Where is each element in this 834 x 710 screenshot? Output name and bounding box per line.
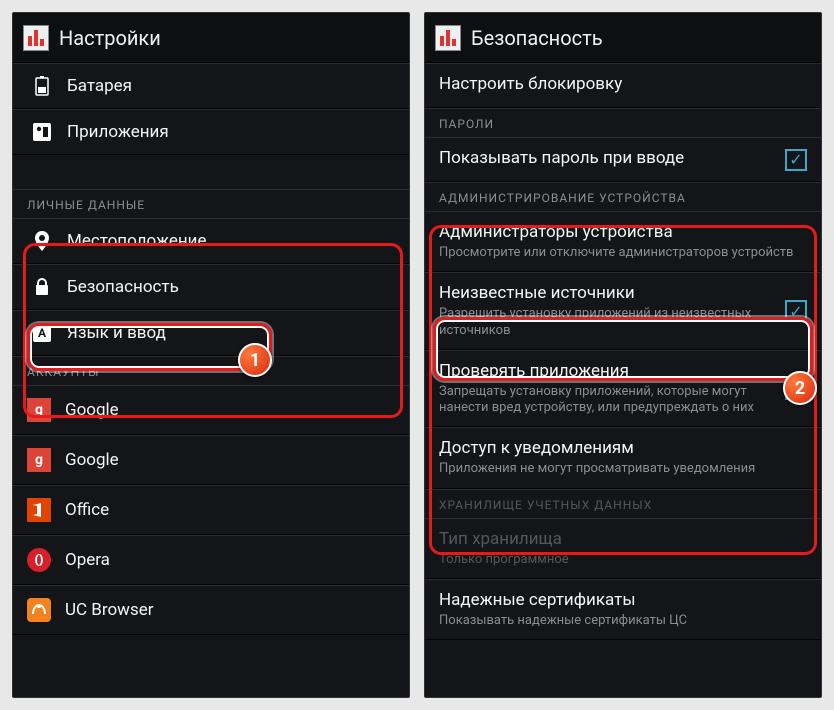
verify-apps-title: Проверять приложения: [439, 361, 777, 381]
google-icon: g: [27, 398, 51, 422]
google-row-2[interactable]: g Google: [13, 435, 409, 485]
section-personal: ЛИЧНЫЕ ДАННЫЕ: [13, 189, 409, 218]
left-header: Настройки: [13, 13, 409, 63]
location-label: Местоположение: [67, 231, 207, 251]
lock-icon: [27, 278, 57, 296]
storage-type-sub: Только программное: [439, 552, 799, 568]
unknown-sources-sub: Разрешить установку приложений из неизве…: [439, 306, 777, 339]
right-header: Безопасность: [425, 13, 821, 63]
svg-text:A: A: [38, 326, 47, 340]
uc-browser-row[interactable]: UC Browser: [13, 585, 409, 635]
notification-access-title: Доступ к уведомлениям: [439, 438, 799, 458]
uc-browser-icon: [27, 598, 51, 622]
battery-icon: [27, 76, 57, 96]
google-row-1[interactable]: g Google: [13, 385, 409, 435]
notification-access-sub: Приложения не могут просматривать уведом…: [439, 461, 799, 477]
device-admins-row[interactable]: Администраторы устройства Просмотрите ил…: [425, 211, 821, 272]
show-password-checkbox[interactable]: ✓: [785, 149, 807, 171]
verify-apps-sub: Запрещать установку приложений, которые …: [439, 384, 777, 417]
storage-type-row: Тип хранилища Только программное: [425, 518, 821, 579]
right-title: Безопасность: [471, 26, 603, 50]
opera-icon: [27, 548, 51, 572]
settings-icon: [435, 25, 461, 51]
uc-browser-label: UC Browser: [65, 600, 154, 620]
unknown-sources-title: Неизвестные источники: [439, 283, 777, 303]
callout-badge-1: 1: [238, 343, 272, 377]
trusted-certs-sub: Показывать надежные сертификаты ЦС: [439, 613, 799, 629]
section-device-admin: АДМИНИСТРИРОВАНИЕ УСТРОЙСТВА: [425, 182, 821, 211]
left-settings-screen: Настройки Батарея Приложения ЛИЧНЫЕ ДАНН…: [12, 12, 410, 698]
section-credential-storage: ХРАНИЛИЩЕ УЧЕТНЫХ ДАННЫХ: [425, 489, 821, 518]
section-accounts: АККАУНТЫ: [13, 356, 409, 385]
language-label: Язык и ввод: [67, 323, 166, 343]
apps-label: Приложения: [67, 122, 169, 142]
apps-icon: [27, 123, 57, 141]
device-admins-sub: Просмотрите или отключите администраторо…: [439, 245, 799, 261]
battery-row[interactable]: Батарея: [13, 63, 409, 109]
unknown-sources-row[interactable]: Неизвестные источники Разрешить установк…: [425, 272, 821, 350]
battery-label: Батарея: [67, 76, 132, 96]
office-label: Office: [65, 500, 109, 520]
google-label-2: Google: [65, 450, 119, 470]
trusted-certs-title: Надежные сертификаты: [439, 590, 799, 610]
device-admins-title: Администраторы устройства: [439, 222, 799, 242]
pin-icon: [27, 231, 57, 251]
language-icon: A: [27, 324, 57, 342]
show-password-row[interactable]: Показывать пароль при вводе ✓: [425, 137, 821, 182]
office-row[interactable]: Office: [13, 485, 409, 535]
google-icon: g: [27, 448, 51, 472]
google-label-1: Google: [65, 400, 119, 420]
office-icon: [27, 498, 51, 522]
lock-setup-label: Настроить блокировку: [439, 74, 799, 94]
storage-type-title: Тип хранилища: [439, 529, 799, 549]
apps-row[interactable]: Приложения: [13, 109, 409, 155]
security-row[interactable]: Безопасность: [13, 264, 409, 310]
show-password-label: Показывать пароль при вводе: [439, 148, 777, 168]
right-security-screen: Безопасность Настроить блокировку ПАРОЛИ…: [424, 12, 822, 698]
settings-icon: [23, 25, 49, 51]
opera-label: Opera: [65, 550, 110, 570]
section-passwords: ПАРОЛИ: [425, 108, 821, 137]
language-row[interactable]: A Язык и ввод: [13, 310, 409, 356]
verify-apps-row[interactable]: Проверять приложения Запрещать установку…: [425, 350, 821, 428]
callout-badge-2: 2: [783, 371, 817, 405]
opera-row[interactable]: Opera: [13, 535, 409, 585]
trusted-certs-row[interactable]: Надежные сертификаты Показывать надежные…: [425, 579, 821, 640]
security-label: Безопасность: [67, 277, 179, 297]
notification-access-row[interactable]: Доступ к уведомлениям Приложения не могу…: [425, 427, 821, 488]
lock-setup-row[interactable]: Настроить блокировку: [425, 63, 821, 108]
location-row[interactable]: Местоположение: [13, 218, 409, 264]
left-title: Настройки: [59, 26, 161, 50]
unknown-sources-checkbox[interactable]: ✓: [785, 300, 807, 322]
